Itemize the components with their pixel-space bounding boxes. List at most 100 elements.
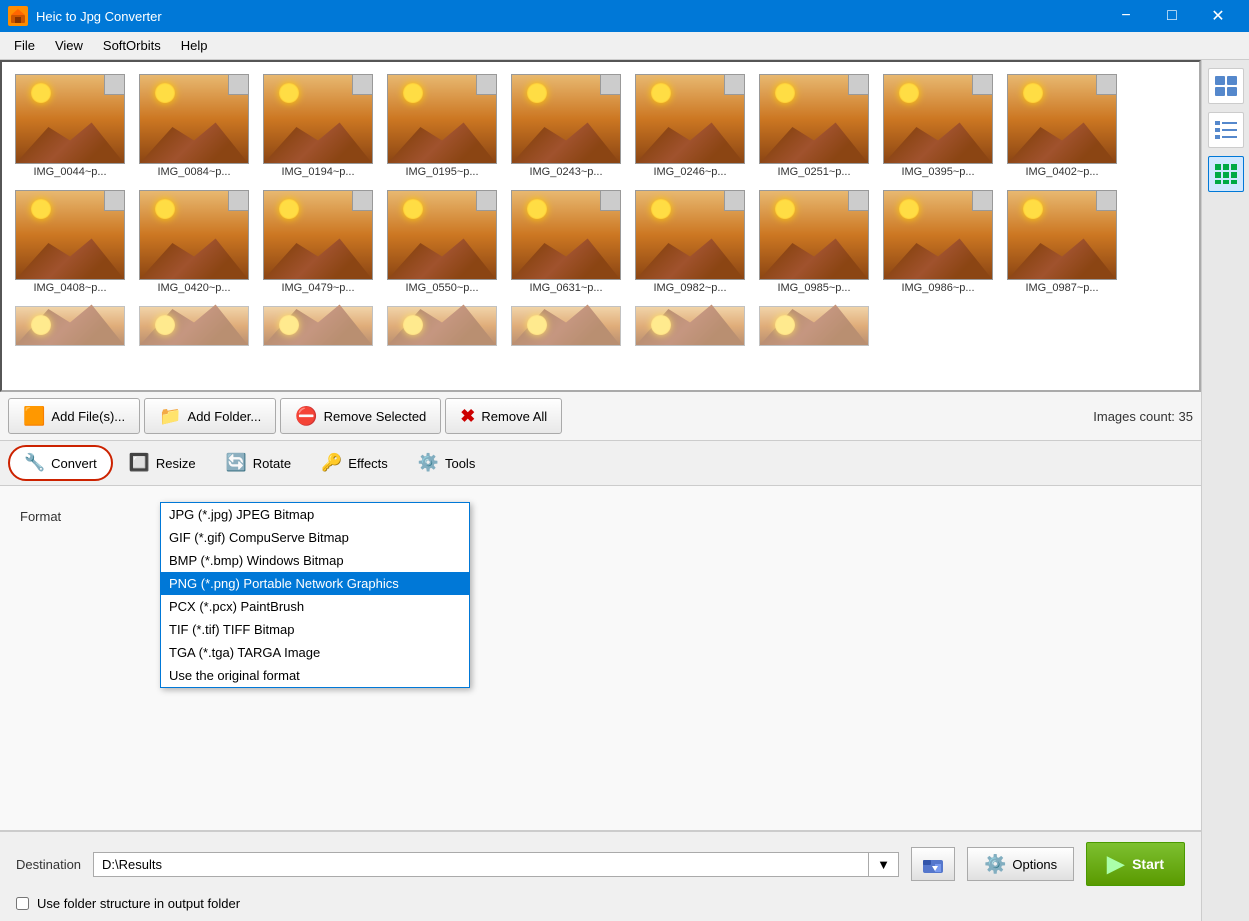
thumbnail-image bbox=[139, 190, 249, 280]
list-item[interactable]: IMG_0395~p... bbox=[878, 70, 998, 182]
destination-dropdown-arrow[interactable]: ▼ bbox=[868, 853, 898, 876]
gallery-container[interactable]: IMG_0044~p... IMG_0084~p... IMG_0194~p..… bbox=[0, 60, 1201, 392]
options-button[interactable]: ⚙️ Options bbox=[967, 847, 1074, 881]
list-item[interactable] bbox=[506, 302, 626, 352]
sidebar-thumbnails-button[interactable] bbox=[1208, 68, 1244, 104]
list-item[interactable]: IMG_0550~p... bbox=[382, 186, 502, 298]
thumbnail-image bbox=[387, 190, 497, 280]
thumbnail-image bbox=[759, 306, 869, 346]
list-item[interactable]: IMG_0986~p... bbox=[878, 186, 998, 298]
close-button[interactable]: ✕ bbox=[1195, 0, 1241, 32]
thumbnail-label: IMG_0084~p... bbox=[139, 166, 249, 178]
tab-effects[interactable]: 🔑 Effects bbox=[307, 447, 402, 479]
right-sidebar bbox=[1201, 60, 1249, 921]
thumbnail-label: IMG_0408~p... bbox=[15, 282, 125, 294]
thumbnail-label: IMG_0987~p... bbox=[1007, 282, 1117, 294]
format-option-tga[interactable]: TGA (*.tga) TARGA Image bbox=[161, 641, 469, 664]
thumbnail-image bbox=[15, 74, 125, 164]
tab-resize[interactable]: 🔲 Resize bbox=[115, 447, 210, 479]
tab-convert[interactable]: 🔧 Convert bbox=[8, 445, 113, 481]
tab-tools[interactable]: ⚙️ Tools bbox=[404, 447, 490, 479]
thumbnail-label: IMG_0195~p... bbox=[387, 166, 497, 178]
format-option-tif[interactable]: TIF (*.tif) TIFF Bitmap bbox=[161, 618, 469, 641]
bottom-bar: Destination ▼ ⚙️ Options bbox=[0, 831, 1201, 896]
menubar: File View SoftOrbits Help bbox=[0, 32, 1249, 60]
start-button[interactable]: ▶ Start bbox=[1086, 842, 1185, 886]
thumbnail-label: IMG_0243~p... bbox=[511, 166, 621, 178]
format-option-jpg[interactable]: JPG (*.jpg) JPEG Bitmap bbox=[161, 503, 469, 526]
thumbnail-image bbox=[15, 190, 125, 280]
list-icon bbox=[1214, 119, 1238, 141]
format-option-original[interactable]: Use the original format bbox=[161, 664, 469, 687]
list-item[interactable]: IMG_0195~p... bbox=[382, 70, 502, 182]
add-folder-button[interactable]: 📁 Add Folder... bbox=[144, 398, 276, 434]
list-item[interactable]: IMG_0084~p... bbox=[134, 70, 254, 182]
tab-convert-label: Convert bbox=[51, 456, 97, 471]
list-item[interactable] bbox=[134, 302, 254, 352]
list-item[interactable]: IMG_0402~p... bbox=[1002, 70, 1122, 182]
remove-selected-label: Remove Selected bbox=[324, 409, 427, 424]
minimize-button[interactable]: − bbox=[1103, 0, 1149, 32]
list-item[interactable]: IMG_0420~p... bbox=[134, 186, 254, 298]
list-item[interactable]: IMG_0982~p... bbox=[630, 186, 750, 298]
add-files-icon: 🟧 bbox=[23, 406, 45, 427]
sidebar-list-button[interactable] bbox=[1208, 112, 1244, 148]
menu-help[interactable]: Help bbox=[171, 34, 218, 57]
folder-structure-checkbox[interactable] bbox=[16, 897, 29, 910]
main-container: IMG_0044~p... IMG_0084~p... IMG_0194~p..… bbox=[0, 60, 1249, 921]
menu-softorbits[interactable]: SoftOrbits bbox=[93, 34, 171, 57]
list-item[interactable] bbox=[382, 302, 502, 352]
thumbnail-label: IMG_0986~p... bbox=[883, 282, 993, 294]
menu-view[interactable]: View bbox=[45, 34, 93, 57]
format-label: Format bbox=[20, 509, 160, 524]
remove-selected-button[interactable]: ⛔ Remove Selected bbox=[280, 398, 441, 434]
thumbnail-label: IMG_0479~p... bbox=[263, 282, 373, 294]
thumbnail-label: IMG_0395~p... bbox=[883, 166, 993, 178]
destination-label: Destination bbox=[16, 857, 81, 872]
thumbnail-image bbox=[511, 306, 621, 346]
list-item[interactable] bbox=[10, 302, 130, 352]
list-item[interactable]: IMG_0408~p... bbox=[10, 186, 130, 298]
list-item[interactable]: IMG_0985~p... bbox=[754, 186, 874, 298]
titlebar-left: Heic to Jpg Converter bbox=[8, 6, 162, 26]
tab-rotate[interactable]: 🔄 Rotate bbox=[212, 447, 305, 479]
remove-all-icon: ✖ bbox=[460, 406, 475, 427]
list-item[interactable]: IMG_0194~p... bbox=[258, 70, 378, 182]
list-item[interactable]: IMG_0044~p... bbox=[10, 70, 130, 182]
format-option-pcx[interactable]: PCX (*.pcx) PaintBrush bbox=[161, 595, 469, 618]
thumbnail-image bbox=[263, 74, 373, 164]
thumbnail-label: IMG_0402~p... bbox=[1007, 166, 1117, 178]
thumbnail-image bbox=[387, 306, 497, 346]
maximize-button[interactable]: □ bbox=[1149, 0, 1195, 32]
start-label: Start bbox=[1132, 856, 1164, 872]
tab-bar: 🔧 Convert 🔲 Resize 🔄 Rotate 🔑 Effects ⚙️… bbox=[0, 441, 1201, 486]
list-item[interactable] bbox=[630, 302, 750, 352]
format-option-png[interactable]: PNG (*.png) Portable Network Graphics bbox=[161, 572, 469, 595]
thumbnail-label: IMG_0194~p... bbox=[263, 166, 373, 178]
thumbnail-label: IMG_0550~p... bbox=[387, 282, 497, 294]
list-item[interactable]: IMG_0987~p... bbox=[1002, 186, 1122, 298]
thumbnail-image bbox=[635, 74, 745, 164]
format-dropdown-list[interactable]: JPG (*.jpg) JPEG Bitmap GIF (*.gif) Comp… bbox=[160, 502, 470, 688]
format-option-gif[interactable]: GIF (*.gif) CompuServe Bitmap bbox=[161, 526, 469, 549]
thumbnail-label: IMG_0420~p... bbox=[139, 282, 249, 294]
add-files-button[interactable]: 🟧 Add File(s)... bbox=[8, 398, 140, 434]
list-item[interactable] bbox=[754, 302, 874, 352]
thumbnails-icon bbox=[1214, 75, 1238, 97]
list-item[interactable]: IMG_0246~p... bbox=[630, 70, 750, 182]
menu-file[interactable]: File bbox=[4, 34, 45, 57]
remove-all-button[interactable]: ✖ Remove All bbox=[445, 398, 562, 434]
list-item[interactable]: IMG_0479~p... bbox=[258, 186, 378, 298]
destination-input[interactable] bbox=[94, 853, 868, 876]
titlebar-controls: − □ ✕ bbox=[1103, 0, 1241, 32]
list-item[interactable]: IMG_0251~p... bbox=[754, 70, 874, 182]
options-icon: ⚙️ bbox=[984, 854, 1006, 875]
list-item[interactable]: IMG_0243~p... bbox=[506, 70, 626, 182]
sidebar-grid-button[interactable] bbox=[1208, 156, 1244, 192]
thumbnail-image bbox=[387, 74, 497, 164]
list-item[interactable]: IMG_0631~p... bbox=[506, 186, 626, 298]
browse-button[interactable] bbox=[911, 847, 955, 881]
app-title: Heic to Jpg Converter bbox=[36, 9, 162, 24]
list-item[interactable] bbox=[258, 302, 378, 352]
format-option-bmp[interactable]: BMP (*.bmp) Windows Bitmap bbox=[161, 549, 469, 572]
